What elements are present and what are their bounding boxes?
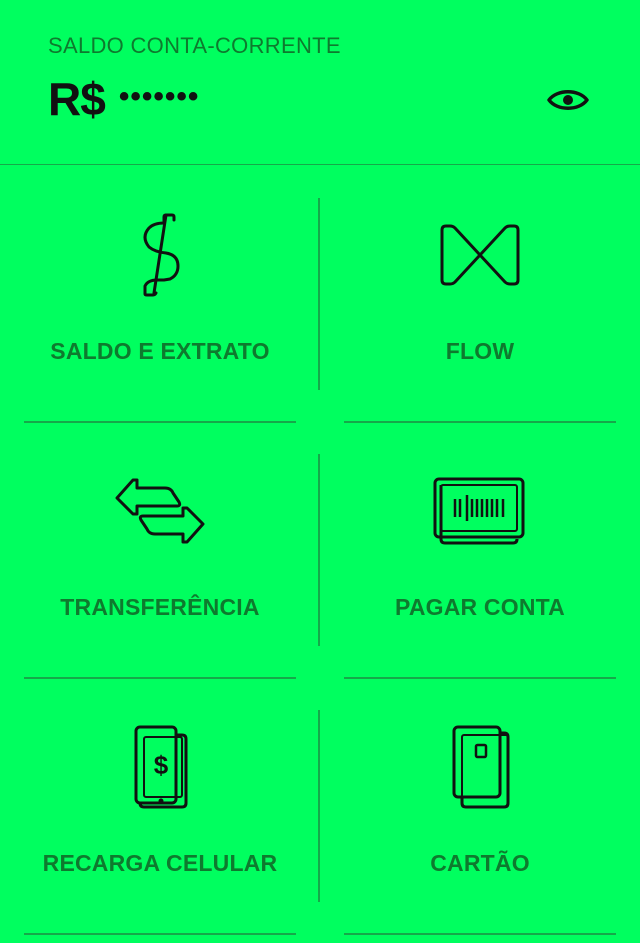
tile-pagar-conta[interactable]: PAGAR CONTA <box>320 422 640 678</box>
barcode-bill-icon <box>430 466 530 556</box>
tile-label: CARTÃO <box>430 850 530 876</box>
card-icon <box>430 722 530 812</box>
tile-label: FLOW <box>445 338 515 364</box>
tile-saldo-extrato[interactable]: SALDO E EXTRATO <box>0 166 320 422</box>
app-screen: SALDO CONTA-CORRENTE R$ ••••••• SALDO E … <box>0 0 640 943</box>
tile-flow[interactable]: FLOW <box>320 166 640 422</box>
tile-recarga-celular[interactable]: $ RECARGA CELULAR <box>0 678 320 934</box>
tile-transferencia[interactable]: TRANSFERÊNCIA <box>0 422 320 678</box>
tile-label: TRANSFERÊNCIA <box>60 594 260 620</box>
svg-text:$: $ <box>154 750 169 780</box>
eye-icon <box>547 90 589 110</box>
phone-recharge-icon: $ <box>110 722 210 812</box>
tile-label: PAGAR CONTA <box>394 594 565 620</box>
transfer-arrows-icon <box>110 466 210 556</box>
currency-symbol: R$ <box>48 73 106 125</box>
dollar-sign-icon <box>110 210 210 300</box>
masked-balance: ••••••• <box>118 80 200 113</box>
tile-cartao[interactable]: CARTÃO <box>320 678 640 934</box>
balance-label: SALDO CONTA-CORRENTE <box>48 33 341 58</box>
flow-bowtie-icon <box>430 210 530 300</box>
toggle-balance-visibility-button[interactable] <box>546 82 590 118</box>
balance-row: R$ ••••••• <box>48 72 199 126</box>
balance-header: SALDO CONTA-CORRENTE R$ ••••••• <box>0 0 640 165</box>
tile-label: RECARGA CELULAR <box>42 850 278 876</box>
tile-label: SALDO E EXTRATO <box>50 338 270 364</box>
